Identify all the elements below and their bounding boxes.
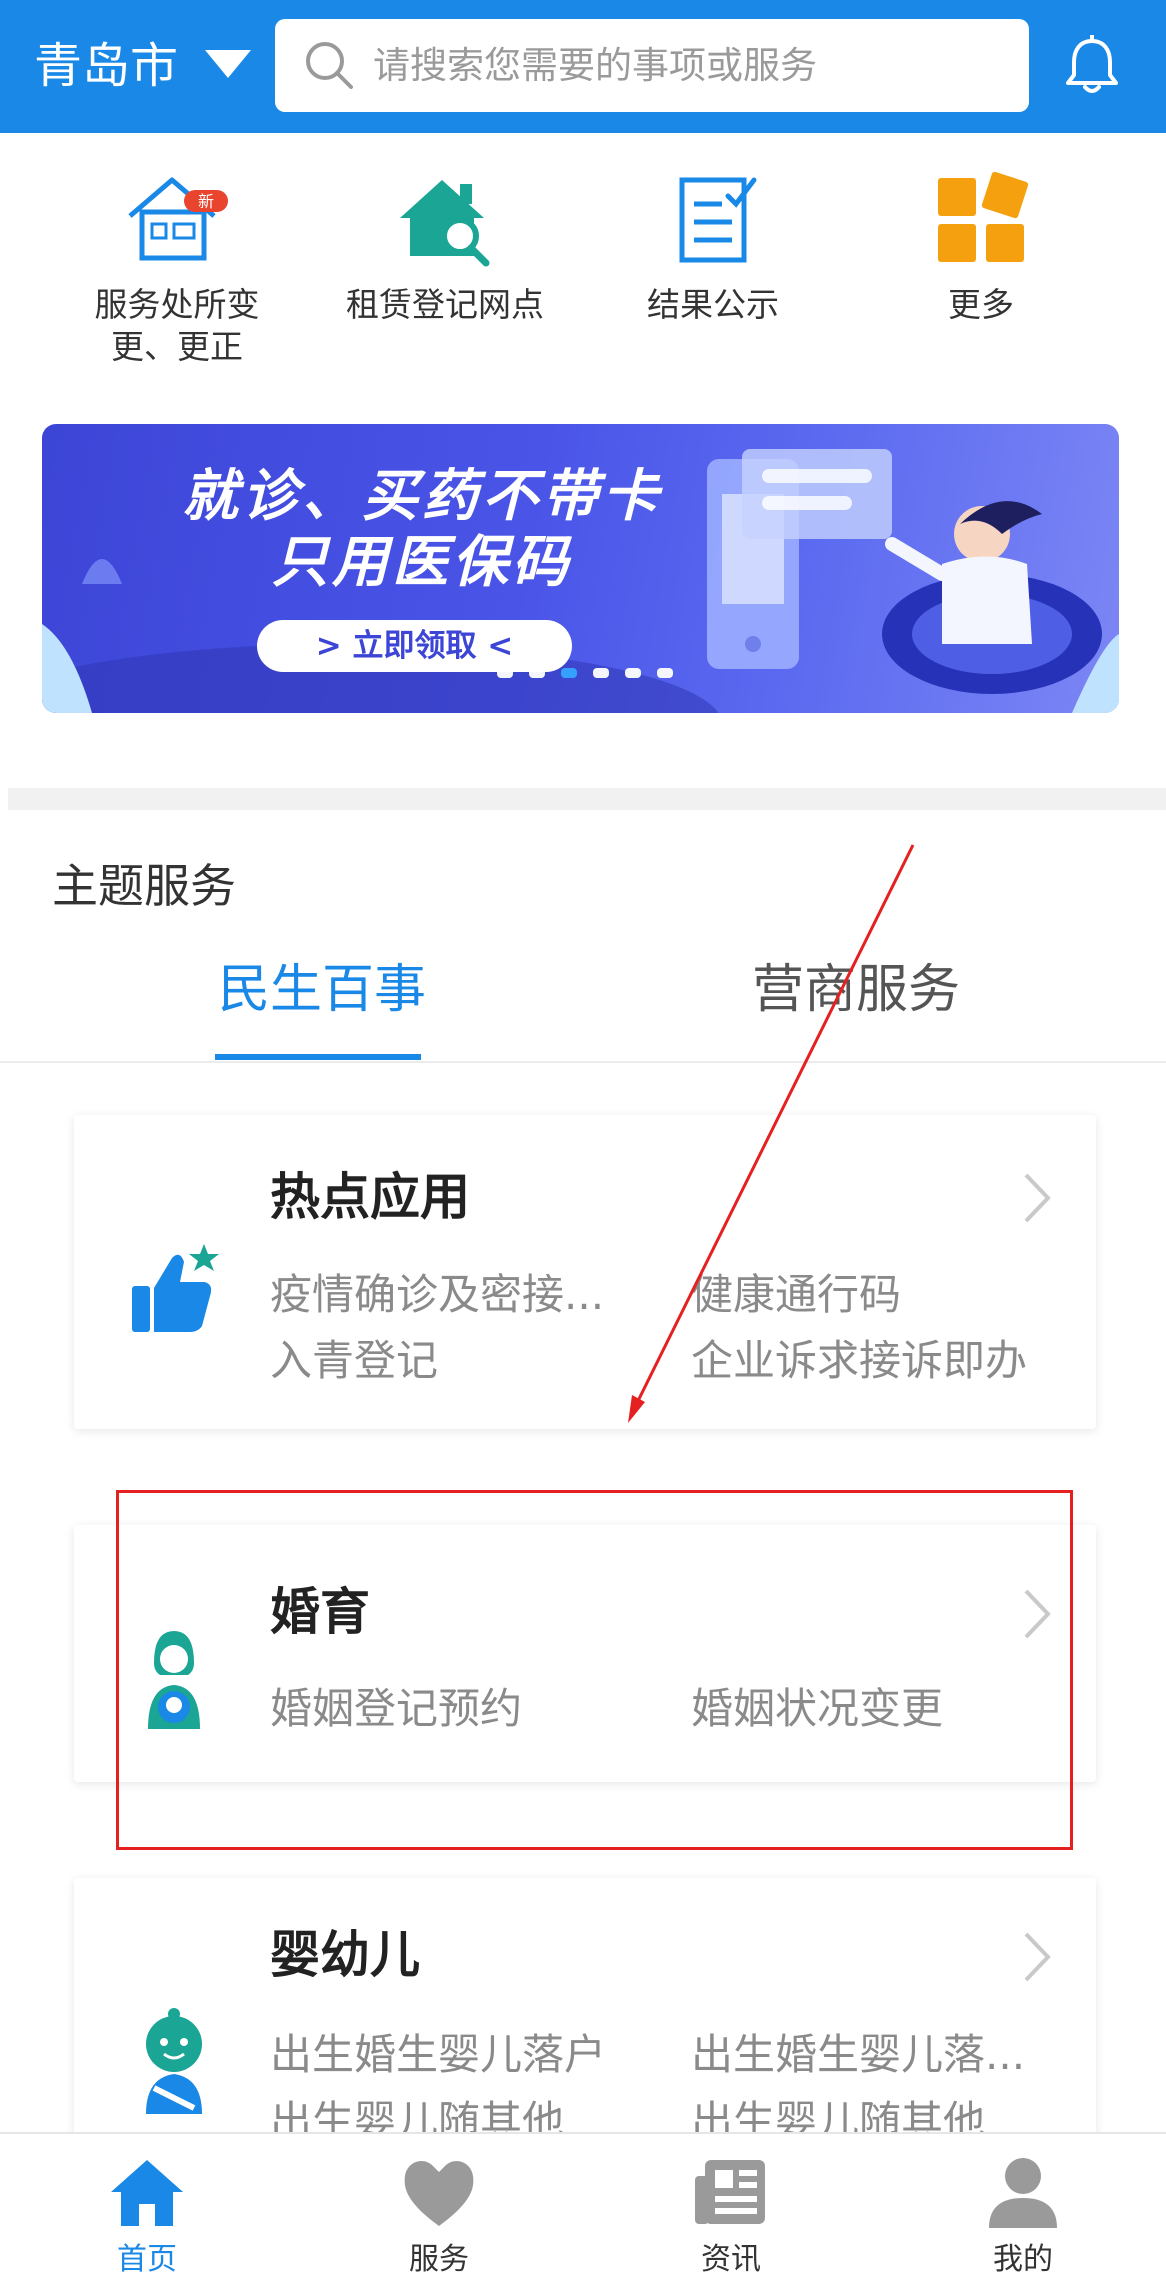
- carousel-dot[interactable]: [657, 668, 673, 678]
- nav-label: 服务: [409, 2242, 469, 2272]
- tab-livelihood[interactable]: 民生百事: [218, 955, 426, 1025]
- nav-label: 我的: [993, 2242, 1053, 2272]
- carousel-dot[interactable]: [529, 668, 545, 678]
- user-icon: [989, 2158, 1057, 2228]
- home-icon: [111, 2160, 183, 2226]
- tab-business[interactable]: 营商服务: [752, 955, 960, 1025]
- nav-news[interactable]: 资讯: [651, 2154, 811, 2272]
- quick-link-more[interactable]: 更多: [881, 170, 1081, 326]
- grid-more-icon: [938, 171, 1029, 262]
- quick-link-label: 服务处所变更、更正: [94, 285, 260, 366]
- active-tab-indicator: [215, 1054, 421, 1060]
- card-item-link[interactable]: 企业诉求接诉即办: [691, 1333, 1027, 1389]
- card-item-link[interactable]: 出生婚生婴儿落户: [270, 2027, 606, 2083]
- card-item-link[interactable]: 出生婚生婴儿落...: [691, 2027, 1025, 2083]
- chevron-right-icon[interactable]: [1022, 1930, 1052, 1984]
- quick-link-label: 结果公示: [647, 285, 779, 324]
- banner-claim-button[interactable]: > 立即领取 <: [257, 620, 572, 672]
- carousel-dot[interactable]: [593, 668, 609, 678]
- house-new-icon: 新: [128, 177, 228, 261]
- banner-title-line2: 只用医保码: [272, 530, 572, 595]
- search-placeholder: 请搜索您需要的事项或服务: [373, 44, 817, 87]
- quick-link-label: 更多: [948, 285, 1014, 324]
- highlight-box: [116, 1490, 1073, 1850]
- quick-link-service-address[interactable]: 新 服务处所变更、更正: [77, 170, 277, 368]
- card-hot-apps[interactable]: 热点应用 疫情确诊及密接... 健康通行码 入青登记 企业诉求接诉即办: [74, 1115, 1096, 1429]
- search-input[interactable]: 请搜索您需要的事项或服务: [275, 19, 1029, 112]
- nav-profile[interactable]: 我的: [943, 2154, 1103, 2272]
- quick-link-rental-points[interactable]: 租赁登记网点: [345, 170, 545, 326]
- card-title: 婴幼儿: [270, 1926, 420, 1984]
- bottom-navigation: 首页 服务 资讯 我的: [0, 2132, 1166, 2272]
- city-selector[interactable]: 青岛市: [34, 36, 178, 96]
- baby-icon: [146, 2008, 202, 2114]
- quick-link-results[interactable]: 结果公示: [613, 170, 813, 326]
- section-title: 主题服务: [52, 859, 236, 913]
- house-search-icon: [400, 180, 490, 267]
- card-item-link[interactable]: 健康通行码: [691, 1267, 901, 1323]
- tabs-divider: [0, 1061, 1166, 1063]
- card-item-link[interactable]: 入青登记: [270, 1333, 438, 1389]
- heart-icon: [404, 2161, 474, 2226]
- thumbs-up-icon: [132, 1244, 219, 1332]
- chevron-down-icon[interactable]: [205, 50, 251, 78]
- news-icon: [695, 2160, 765, 2224]
- promo-banner[interactable]: 就诊、买药不带卡 只用医保码 > 立即领取 <: [42, 424, 1119, 713]
- nav-label: 资讯: [701, 2242, 761, 2272]
- document-check-icon: [679, 177, 757, 263]
- nav-services[interactable]: 服务: [359, 2154, 519, 2272]
- new-badge: 新: [198, 192, 214, 211]
- banner-title: 就诊、买药不带卡 只用医保码: [142, 464, 702, 596]
- banner-title-line1: 就诊、买药不带卡: [182, 464, 662, 529]
- carousel-dots: [497, 668, 689, 680]
- card-item-link[interactable]: 疫情确诊及密接...: [270, 1267, 604, 1323]
- search-icon: [306, 42, 353, 89]
- carousel-dot[interactable]: [625, 668, 641, 678]
- nav-label: 首页: [117, 2242, 177, 2272]
- card-infant[interactable]: 婴幼儿 出生婚生婴儿落户 出生婚生婴儿落... 出生婴儿随其他 出生婴儿随其他: [74, 1878, 1096, 2146]
- card-title: 热点应用: [270, 1168, 470, 1226]
- top-bar: 青岛市 请搜索您需要的事项或服务: [0, 0, 1166, 133]
- quick-link-label: 租赁登记网点: [346, 285, 544, 324]
- carousel-dot-active[interactable]: [561, 668, 577, 678]
- carousel-dot[interactable]: [497, 668, 513, 678]
- chevron-right-icon[interactable]: [1022, 1171, 1052, 1225]
- section-divider: [8, 788, 1166, 810]
- notification-bell-icon[interactable]: [1063, 35, 1121, 97]
- nav-home[interactable]: 首页: [67, 2154, 227, 2272]
